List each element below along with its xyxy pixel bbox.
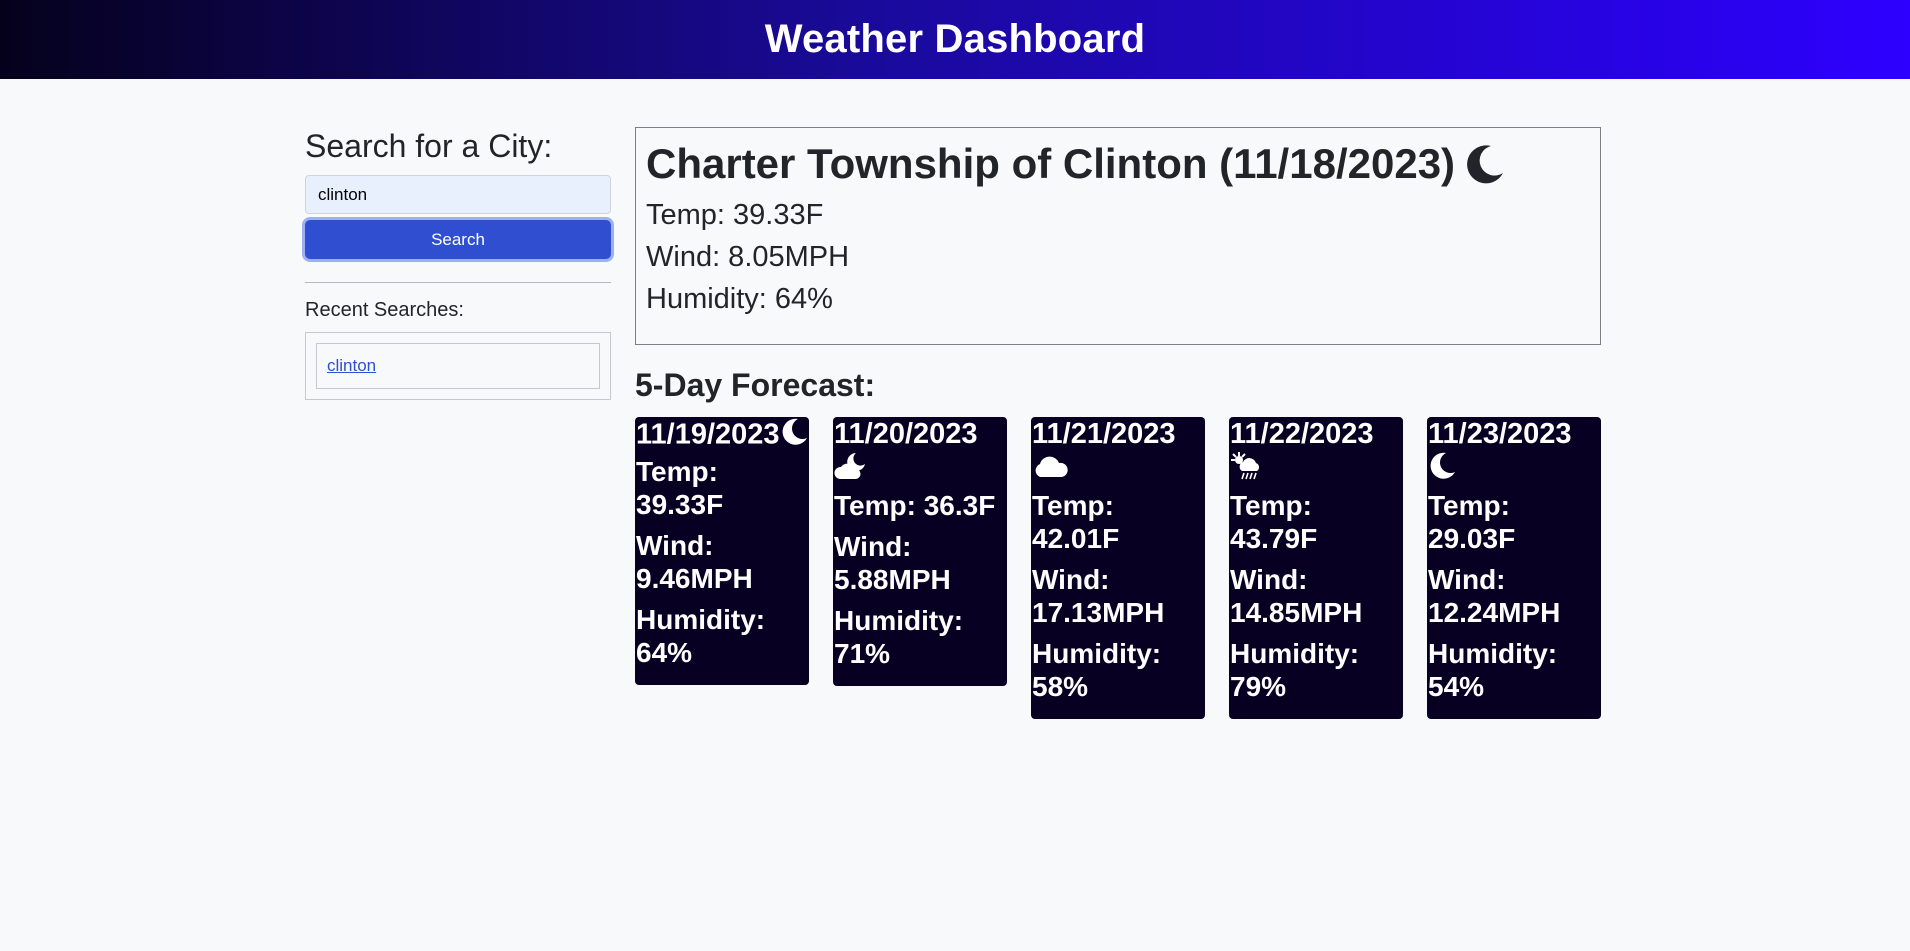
recent-searches-list: clinton [305,332,611,400]
search-button[interactable]: Search [305,220,611,259]
recent-searches-title: Recent Searches: [305,299,464,321]
forecast-temp: Temp: 36.3F [834,490,996,521]
forecast-date-row: 11/23/2023 [1428,417,1601,489]
forecast-wind: Wind: 14.85MPH [1230,564,1363,628]
forecast-humidity: Humidity: 54% [1428,638,1558,702]
forecast-wind: Wind: 12.24MPH [1428,564,1561,628]
moon-icon [1428,451,1456,489]
current-weather-heading: Charter Township of Clinton (11/18/2023) [646,140,1590,188]
recent-search-link-clinton[interactable]: clinton [327,356,376,376]
forecast-date: 11/20/2023 [834,418,978,450]
forecast-card: 11/21/2023 Temp: 42.01F Wind: 17.13MPH H… [1031,417,1205,719]
forecast-date: 11/23/2023 [1428,418,1572,450]
forecast-card: 11/20/2023 Temp: 36.3F Wind: 5.88MPH Hum… [833,417,1007,686]
app-header: Weather Dashboard [0,0,1910,79]
forecast-date-row: 11/21/2023 [1032,417,1205,489]
forecast-humidity: Humidity: 58% [1032,638,1162,702]
page-title: Weather Dashboard [764,17,1146,61]
forecast-date-row: 11/19/2023 [636,417,809,455]
content-area: Search for a City: Search Recent Searche… [0,79,1910,951]
forecast-date: 11/22/2023 [1230,418,1374,450]
forecast-humidity: Humidity: 71% [834,605,964,669]
current-humidity: Humidity: 64% [646,283,833,315]
moon-icon [780,417,808,455]
search-heading: Search for a City: [305,128,553,164]
forecast-temp: Temp: 43.79F [1230,490,1318,554]
forecast-temp: Temp: 42.01F [1032,490,1120,554]
cloud-icon [1032,451,1070,489]
forecast-card: 11/19/2023 Temp: 39.33F Wind: 9.46MPH Hu… [635,417,809,685]
forecast-heading: 5-Day Forecast: [635,367,876,403]
city-search-input[interactable] [305,175,611,214]
current-wind: Wind: 8.05MPH [646,241,850,273]
forecast-humidity: Humidity: 79% [1230,638,1360,702]
forecast-card: 11/23/2023 Temp: 29.03F Wind: 12.24MPH H… [1427,417,1601,719]
forecast-wind: Wind: 5.88MPH [834,531,951,595]
cloud-moon-icon [834,451,868,489]
recent-search-item: clinton [316,343,600,389]
forecast-date-row: 11/20/2023 [834,417,1007,489]
forecast-temp: Temp: 29.03F [1428,490,1516,554]
weather-main: Charter Township of Clinton (11/18/2023)… [635,127,1601,719]
forecast-card: 11/22/2023 Temp: 43.79F Wind: 14.85MPH H… [1229,417,1403,719]
forecast-wind: Wind: 17.13MPH [1032,564,1165,628]
current-city-date: Charter Township of Clinton (11/18/2023) [646,140,1456,187]
forecast-humidity: Humidity: 64% [636,604,766,668]
search-sidebar: Search for a City: Search Recent Searche… [305,127,611,400]
sidebar-divider [305,282,611,283]
forecast-cards: 11/19/2023 Temp: 39.33F Wind: 9.46MPH Hu… [635,417,1601,719]
forecast-date-row: 11/22/2023 [1230,417,1403,489]
forecast-date: 11/19/2023 [636,418,780,451]
current-temp: Temp: 39.33F [646,199,824,231]
forecast-date: 11/21/2023 [1032,418,1176,450]
current-weather-panel: Charter Township of Clinton (11/18/2023)… [635,127,1601,345]
cloud-sun-rain-icon [1230,451,1264,489]
moon-icon [1465,143,1505,185]
forecast-temp: Temp: 39.33F [636,456,724,520]
forecast-wind: Wind: 9.46MPH [636,530,753,594]
